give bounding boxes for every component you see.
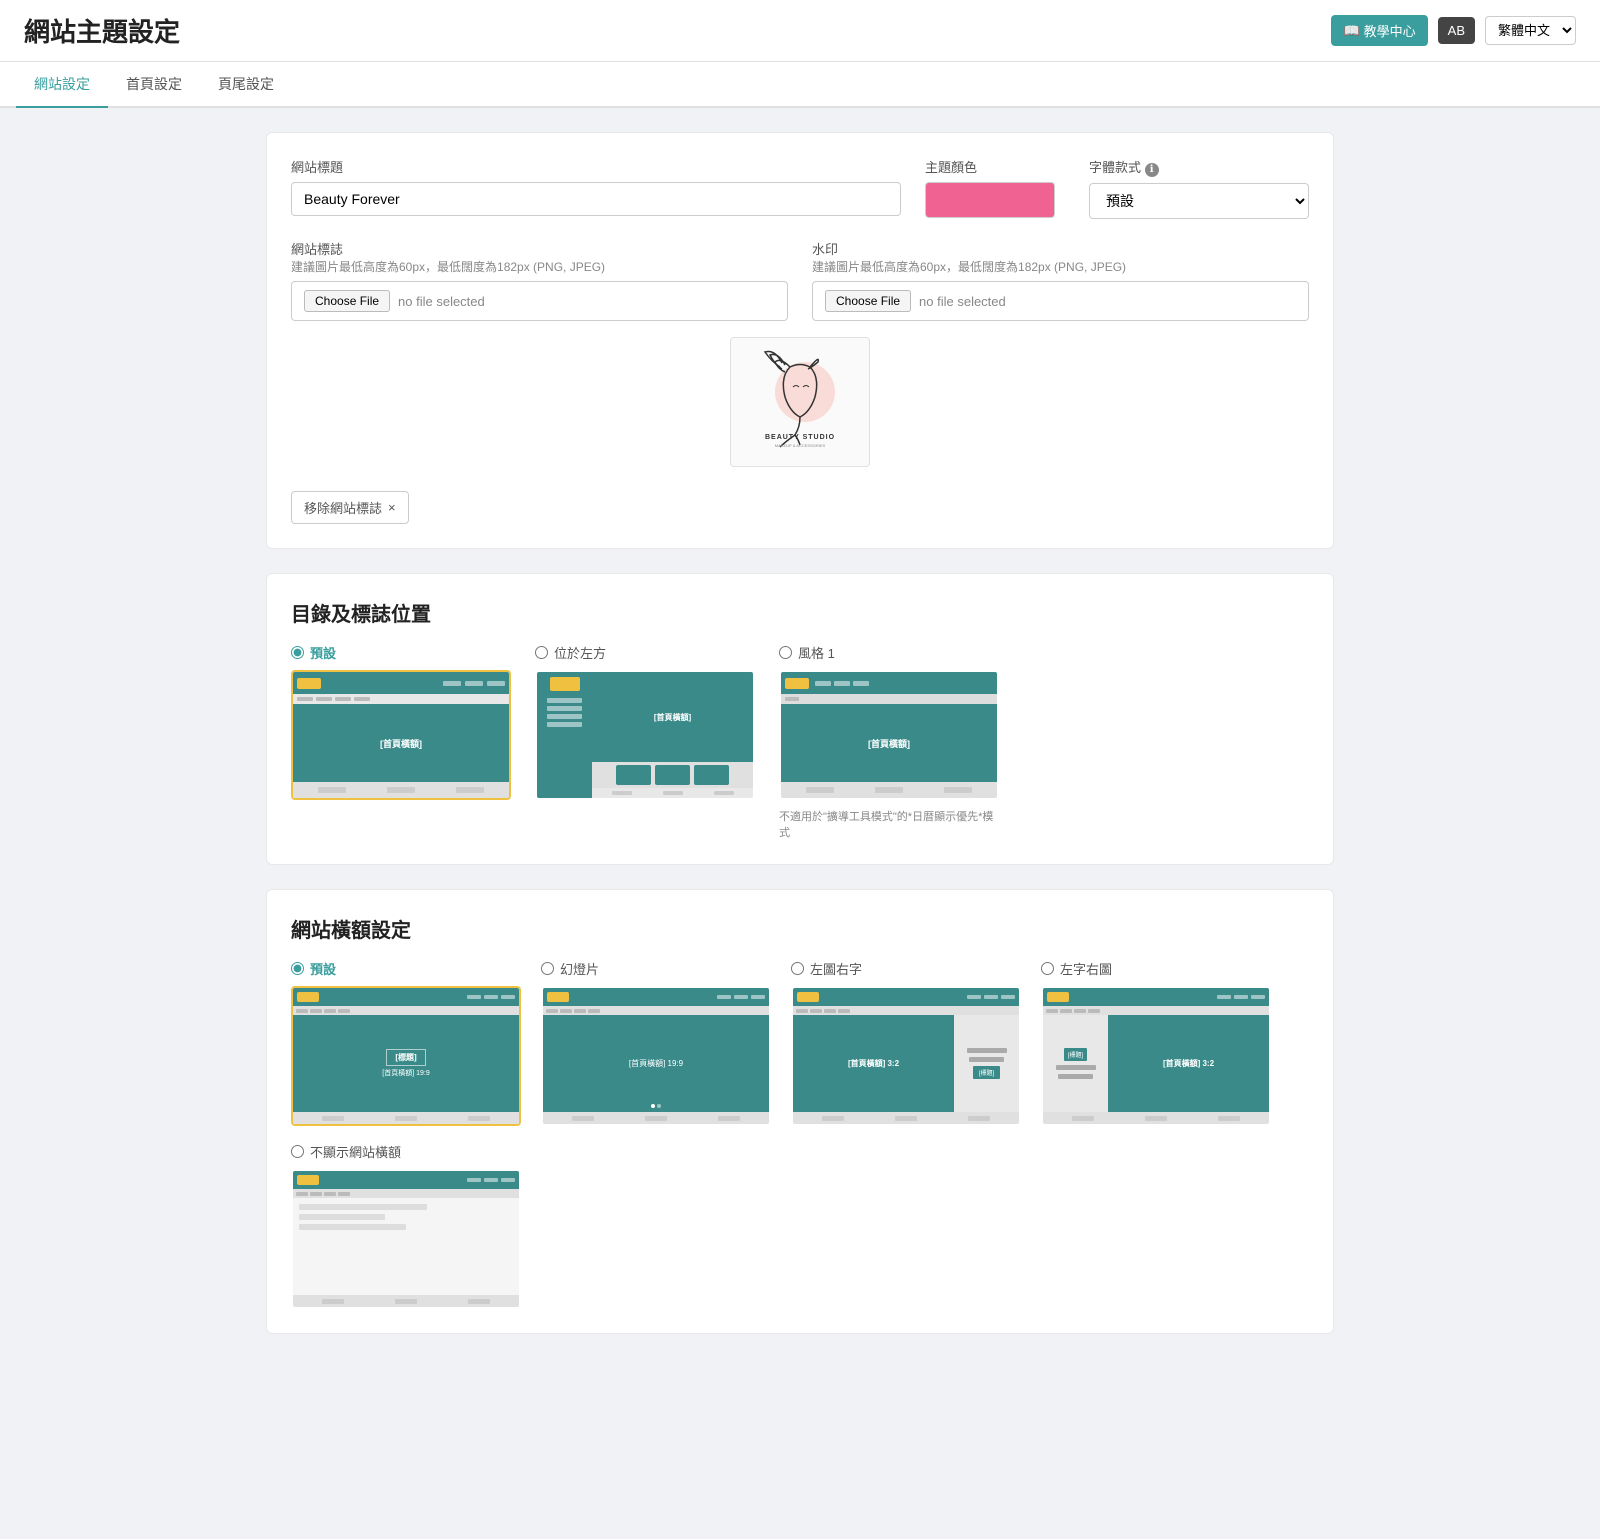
layout-thumbnail-left[interactable]: [首頁橫額]: [535, 670, 755, 800]
tutorial-button[interactable]: 📖 教學中心: [1331, 15, 1427, 46]
mini-nav-items: [323, 681, 505, 686]
banner-option-left-img: 左圖右字: [791, 959, 1021, 1126]
main-container: 網站標題 主題顏色 字體款式 ℹ 預設 網站標誌 建議圖片最低高度為: [250, 132, 1350, 1398]
banner-option-slideshow: 幻燈片: [541, 959, 771, 1126]
tabs-bar: 網站設定 首頁設定 頁尾設定: [0, 62, 1600, 108]
banner-label-left-img[interactable]: 左圖右字: [791, 959, 1021, 978]
banner-label-none[interactable]: 不顯示網站橫額: [291, 1142, 1309, 1161]
site-settings-section: 網站標題 主題顏色 字體款式 ℹ 預設 網站標誌 建議圖片最低高度為: [266, 132, 1334, 549]
mini-right-content: [首頁橫額]: [592, 672, 753, 798]
language-select[interactable]: 繁體中文: [1485, 16, 1576, 45]
banner-thumbnail-slideshow[interactable]: [首頁橫額] 19:9: [541, 986, 771, 1126]
layout-radio-default[interactable]: [291, 646, 304, 659]
banner-radio-left-text[interactable]: [1041, 962, 1054, 975]
logo-label: 網站標誌: [291, 239, 788, 258]
remove-logo-button[interactable]: 移除網站標誌 ×: [291, 491, 409, 524]
font-style-label: 字體款式 ℹ: [1089, 157, 1309, 177]
logo-hint: 建議圖片最低高度為60px，最低闊度為182px (PNG, JPEG): [291, 258, 788, 275]
mini-hero-default: [首頁橫額]: [293, 704, 509, 782]
banner-settings-title: 網站橫額設定: [291, 914, 1309, 943]
layout-label-default[interactable]: 預設: [291, 643, 511, 662]
book-icon: 📖: [1343, 23, 1359, 39]
banner-label-slideshow[interactable]: 幻燈片: [541, 959, 771, 978]
banner-label-default[interactable]: 預設: [291, 959, 521, 978]
top-bar: 網站主題設定 📖 教學中心 AB 繁體中文: [0, 0, 1600, 62]
font-select[interactable]: 預設: [1089, 183, 1309, 219]
banner-thumbnail-default[interactable]: [標題] [首頁橫額] 19:9: [291, 986, 521, 1126]
mini-logo: [297, 678, 321, 689]
top-bar-right: 📖 教學中心 AB 繁體中文: [1331, 15, 1576, 46]
mini-header-default: [293, 672, 509, 694]
logo-preview: BEAUTY STUDIO MAKEUP & ACCESSORIES: [291, 337, 1309, 467]
site-title-input[interactable]: [291, 182, 901, 216]
layout-thumbnail-default[interactable]: [首頁橫額]: [291, 670, 511, 800]
banner-label-left-text[interactable]: 左字右圖: [1041, 959, 1271, 978]
mini-footer-default: [293, 782, 509, 798]
watermark-upload-group: 水印 建議圖片最低高度為60px，最低闊度為182px (PNG, JPEG) …: [812, 239, 1309, 321]
theme-color-group: 主題顏色: [925, 157, 1065, 218]
banner-thumbnail-left-text[interactable]: [標題] [首頁橫額] 3:2: [1041, 986, 1271, 1126]
layout-option-default: 預設: [291, 643, 511, 840]
mini-footer-style1: [781, 782, 997, 798]
layout-option-style1: 風格 1: [779, 643, 999, 840]
layout-radio-left[interactable]: [535, 646, 548, 659]
layout-label-style1[interactable]: 風格 1: [779, 643, 999, 662]
mini-hero-style1: [首頁橫額]: [781, 704, 997, 782]
banner-radio-none[interactable]: [291, 1145, 304, 1158]
logo-upload-group: 網站標誌 建議圖片最低高度為60px，最低闊度為182px (PNG, JPEG…: [291, 239, 788, 321]
banner-settings-section: 網站橫額設定 預設: [266, 889, 1334, 1334]
nav-position-section: 目錄及標誌位置 預設: [266, 573, 1334, 865]
watermark-hint: 建議圖片最低高度為60px，最低闊度為182px (PNG, JPEG): [812, 258, 1309, 275]
banner-options: 預設: [291, 959, 1309, 1126]
theme-color-label: 主題顏色: [925, 157, 1065, 176]
watermark-label: 水印: [812, 239, 1309, 258]
font-info-icon[interactable]: ℹ: [1145, 163, 1159, 177]
watermark-choose-file-btn[interactable]: Choose File: [825, 290, 911, 312]
logo-preview-image: BEAUTY STUDIO MAKEUP & ACCESSORIES: [740, 347, 860, 457]
mini-style1-header: [781, 672, 997, 694]
banner-option-default: 預設: [291, 959, 521, 1126]
title-color-font-row: 網站標題 主題顏色 字體款式 ℹ 預設: [291, 157, 1309, 219]
watermark-file-name: no file selected: [919, 294, 1006, 309]
layout-label-left[interactable]: 位於左方: [535, 643, 755, 662]
banner-radio-slideshow[interactable]: [541, 962, 554, 975]
logo-file-input[interactable]: Choose File no file selected: [291, 281, 788, 321]
site-title-label: 網站標題: [291, 157, 901, 176]
banner-radio-left-img[interactable]: [791, 962, 804, 975]
tab-site-settings[interactable]: 網站設定: [16, 62, 108, 108]
font-style-group: 字體款式 ℹ 預設: [1089, 157, 1309, 219]
banner-thumbnail-none[interactable]: [291, 1169, 521, 1309]
nav-position-title: 目錄及標誌位置: [291, 598, 1309, 627]
layout-radio-style1[interactable]: [779, 646, 792, 659]
layout-options: 預設: [291, 643, 1309, 840]
upload-row: 網站標誌 建議圖片最低高度為60px，最低闊度為182px (PNG, JPEG…: [291, 239, 1309, 321]
svg-text:MAKEUP & ACCESSORIES: MAKEUP & ACCESSORIES: [775, 443, 826, 448]
banner-thumbnail-left-img[interactable]: [首頁橫額] 3:2 [標題]: [791, 986, 1021, 1126]
logo-choose-file-btn[interactable]: Choose File: [304, 290, 390, 312]
watermark-file-input[interactable]: Choose File no file selected: [812, 281, 1309, 321]
banner-option-left-text: 左字右圖: [1041, 959, 1271, 1126]
ab-test-button[interactable]: AB: [1438, 17, 1475, 44]
page-title: 網站主題設定: [24, 12, 180, 49]
layout-thumbnail-style1[interactable]: [首頁橫額]: [779, 670, 999, 800]
banner-radio-default[interactable]: [291, 962, 304, 975]
layout-option-left: 位於左方 [首頁橫額]: [535, 643, 755, 840]
theme-color-swatch[interactable]: [925, 182, 1055, 218]
tab-footer-settings[interactable]: 頁尾設定: [200, 62, 292, 108]
svg-text:BEAUTY STUDIO: BEAUTY STUDIO: [765, 434, 835, 441]
logo-preview-box: BEAUTY STUDIO MAKEUP & ACCESSORIES: [730, 337, 870, 467]
mini-left-sidebar: [537, 672, 592, 798]
site-title-group: 網站標題: [291, 157, 901, 216]
remove-logo-wrapper: 移除網站標誌 ×: [291, 483, 1309, 524]
tab-home-settings[interactable]: 首頁設定: [108, 62, 200, 108]
no-banner-wrapper: 不顯示網站橫額: [291, 1142, 1309, 1309]
layout-note: 不適用於"擴導工具模式"的*日暦顯示優先*模式: [779, 808, 999, 840]
logo-file-name: no file selected: [398, 294, 485, 309]
